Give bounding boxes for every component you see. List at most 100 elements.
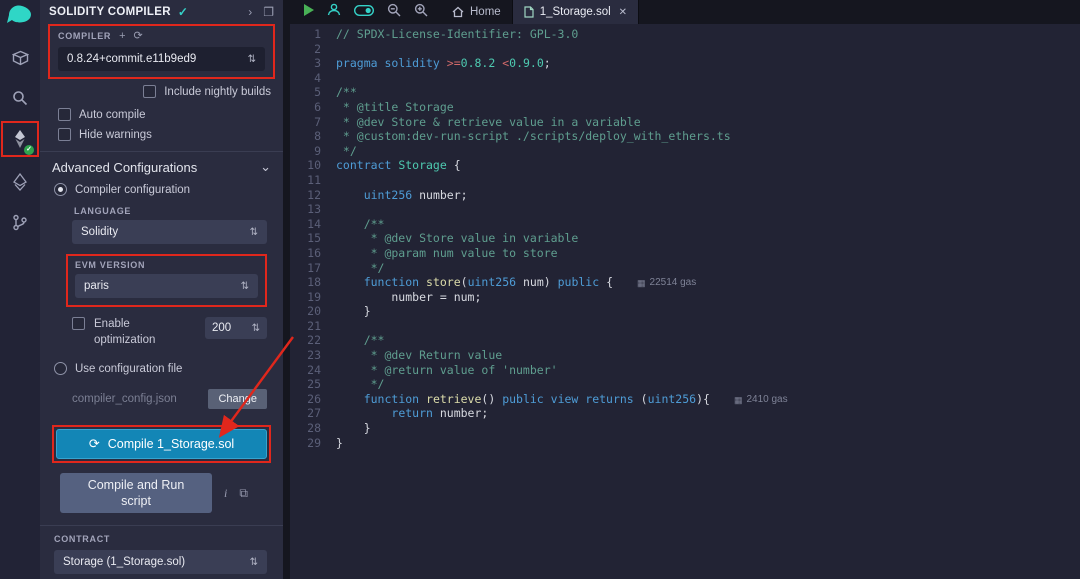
compiler-version-select[interactable]: 0.8.24+commit.e11b9ed9 ⇅ [58,47,265,71]
divider [40,525,283,526]
code-text: * @dev Return value [336,348,509,363]
config-filename: compiler_config.json [72,393,177,405]
search-icon[interactable] [0,83,40,113]
code-text: function store(uint256 num) public {▦225… [336,275,696,290]
tab-close-icon[interactable]: ✕ [619,7,627,18]
panel-pin-icon[interactable]: ❐ [263,5,274,19]
solidity-compiler-icon[interactable]: ✓ [3,124,37,154]
contract-value: Storage (1_Storage.sol) [63,556,185,568]
compiled-check-icon: ✓ [178,5,188,19]
compile-refresh-icon: ⟳ [89,436,100,452]
git-icon[interactable] [0,207,40,237]
code-text: * @title Storage [336,100,454,115]
ai-copilot-toggle[interactable] [354,3,374,21]
copy-icon[interactable]: ⧉ [239,486,248,501]
zoom-in-icon[interactable] [414,3,428,22]
line-number: 4 [290,71,336,86]
line-number: 9 [290,144,336,159]
code-editor[interactable]: 1// SPDX-License-Identifier: GPL-3.023pr… [290,24,1080,579]
line-number: 18 [290,275,336,290]
code-text: pragma solidity >=0.8.2 <0.9.0; [336,56,551,71]
enable-optimization-checkbox[interactable] [72,317,85,330]
panel-resize-handle[interactable] [283,0,290,579]
panel-header: SOLIDITY COMPILER ✓ › ❐ [40,0,283,24]
code-line: 13 [290,202,1080,217]
line-number: 19 [290,290,336,305]
line-number: 26 [290,392,336,407]
code-text: * @return value of 'number' [336,363,558,378]
select-arrows-icon: ⇅ [241,281,249,292]
use-configuration-file-radio[interactable] [54,362,67,375]
code-text: */ [336,144,357,159]
line-number: 24 [290,363,336,378]
code-text: function retrieve() public view returns … [336,392,788,407]
remix-logo[interactable] [6,3,34,25]
compiler-annotation-box: COMPILER + ⟳ 0.8.24+commit.e11b9ed9 ⇅ [48,24,275,79]
line-number: 17 [290,261,336,276]
nightly-builds-checkbox[interactable] [143,85,156,98]
run-script-icon[interactable] [303,3,314,21]
auto-compile-checkbox[interactable] [58,108,71,121]
compiler-version-value: 0.8.24+commit.e11b9ed9 [67,53,196,65]
contract-select[interactable]: Storage (1_Storage.sol) ⇅ [54,550,267,574]
code-text: } [336,421,371,436]
optimization-runs-input[interactable]: 200 ⇅ [205,317,267,339]
hide-warnings-checkbox[interactable] [58,128,71,141]
tab-home-label: Home [470,6,501,18]
solidity-compiler-panel: SOLIDITY COMPILER ✓ › ❐ COMPILER + ⟳ 0.8… [40,0,283,579]
select-arrows-icon: ⇅ [250,227,258,238]
compiler-configuration-radio[interactable] [54,183,67,196]
compile-and-run-button[interactable]: Compile and Run script [60,473,212,513]
panel-chevron-icon[interactable]: › [248,5,252,19]
ai-copilot-icon[interactable] [327,3,341,21]
change-config-button[interactable]: Change [208,389,267,409]
enable-optimization-label: Enable optimization [94,317,172,348]
code-text: * @param num value to store [336,246,558,261]
tab-home[interactable]: Home [441,0,513,24]
icon-bar: ✓ [0,0,40,579]
code-line: 21 [290,319,1080,334]
info-icon[interactable]: i [224,486,227,501]
line-number: 13 [290,202,336,217]
hide-warnings-label: Hide warnings [79,129,152,141]
line-number: 25 [290,377,336,392]
code-line: 25 */ [290,377,1080,392]
language-select[interactable]: Solidity ⇅ [72,220,267,244]
tab-storage-label: 1_Storage.sol [540,6,611,18]
compile-button[interactable]: ⟳ Compile 1_Storage.sol [56,429,267,459]
collapse-chevron-icon[interactable]: ⌄ [260,159,271,175]
tab-storage-sol[interactable]: 1_Storage.sol ✕ [513,0,639,24]
line-number: 8 [290,129,336,144]
compile-success-badge: ✓ [24,145,34,155]
code-text: } [336,436,343,451]
code-text: */ [336,377,384,392]
auto-compile-label: Auto compile [79,109,145,121]
code-line: 28 } [290,421,1080,436]
reload-compiler-icon[interactable]: ⟳ [134,31,143,42]
code-text: contract Storage { [336,158,461,173]
code-line: 20 } [290,304,1080,319]
evm-version-annotation-box: EVM VERSION paris ⇅ [66,254,267,307]
select-arrows-icon: ⇅ [248,54,256,65]
stepper-arrows-icon: ⇅ [252,323,260,334]
add-compiler-icon[interactable]: + [119,31,125,42]
gas-estimate: ▦2410 gas [734,393,788,408]
line-number: 14 [290,217,336,232]
code-text: uint256 number; [336,188,468,203]
home-icon [452,6,464,18]
line-number: 1 [290,27,336,42]
line-number: 12 [290,188,336,203]
code-line: 15 * @dev Store value in variable [290,231,1080,246]
evm-version-value: paris [84,280,109,292]
line-number: 11 [290,173,336,188]
deploy-run-icon[interactable] [0,167,40,197]
line-number: 3 [290,56,336,71]
code-line: 17 */ [290,261,1080,276]
code-line: 18 function store(uint256 num) public {▦… [290,275,1080,290]
line-number: 16 [290,246,336,261]
code-text: return number; [336,406,488,421]
select-arrows-icon: ⇅ [250,557,258,568]
file-explorer-icon[interactable] [0,43,40,73]
zoom-out-icon[interactable] [387,3,401,22]
evm-version-select[interactable]: paris ⇅ [75,274,258,298]
